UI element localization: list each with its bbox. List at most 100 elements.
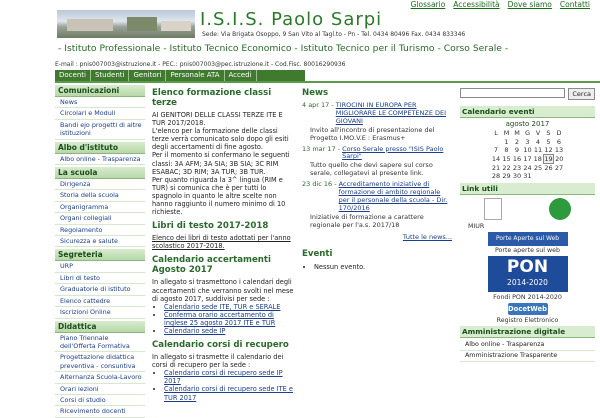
news-link[interactable]: Accreditamento iniziative di formazione … bbox=[339, 180, 452, 213]
news-item: 13 mar 17 - Corso Serale presso "ISIS Pa… bbox=[302, 145, 452, 162]
list-corsi-recupero: Calendario corsi di recupero sede IP 201… bbox=[152, 369, 295, 401]
accessibilita-link[interactable]: Accessibilità bbox=[453, 0, 499, 9]
pon-logo[interactable]: PON 2014-2020 bbox=[487, 256, 568, 293]
calendar-day[interactable]: 3 bbox=[522, 137, 533, 146]
miur-emblem-icon[interactable] bbox=[483, 198, 502, 221]
contatti-link[interactable]: Contatti bbox=[560, 0, 590, 9]
heading-accertamenti: Calendario accertamenti Agosto 2017 bbox=[152, 255, 271, 276]
calendar-day[interactable]: 26 bbox=[543, 163, 554, 172]
menu-regolamento[interactable]: Regolamento bbox=[55, 225, 145, 237]
calendar-day[interactable]: 7 bbox=[491, 146, 502, 155]
calendar-day[interactable]: 19 bbox=[542, 153, 555, 164]
nav-accedi[interactable]: Accedi bbox=[225, 70, 257, 81]
list-accertamenti: Calendario sede ITE, TUR e SERALE Confer… bbox=[152, 303, 295, 335]
link-calendario-ite[interactable]: Calendario sede ITE, TUR e SERALE bbox=[164, 303, 280, 311]
search-input[interactable] bbox=[460, 88, 566, 98]
miur-caption: MIUR bbox=[468, 223, 485, 231]
menu-libri-testo[interactable]: Libri di testo bbox=[55, 273, 145, 285]
section-la-scuola: La scuola bbox=[55, 167, 145, 180]
menu-storia[interactable]: Storia della scuola bbox=[55, 190, 145, 202]
nav-docenti[interactable]: Docenti bbox=[55, 70, 91, 81]
calendar-day[interactable]: 8 bbox=[501, 146, 512, 155]
calendar-day[interactable]: 12 bbox=[543, 146, 554, 155]
calendar-day[interactable]: 6 bbox=[554, 137, 565, 146]
menu-graduatorie[interactable]: Graduatorie di istituto bbox=[55, 284, 145, 296]
menu-circolari[interactable]: Circolari e Moduli bbox=[55, 108, 145, 120]
heading-libri-testo: Libri di testo 2017-2018 bbox=[152, 221, 269, 232]
calendar-day bbox=[491, 137, 502, 145]
menu-bandi[interactable]: Bandi ejo progetti di altre istituzioni bbox=[55, 120, 145, 140]
calendar-day[interactable]: 18 bbox=[533, 154, 544, 163]
menu-cattedre[interactable]: Elenco cattedre bbox=[55, 296, 145, 308]
list-item: Calendario corsi di recupero sede IP 201… bbox=[164, 369, 295, 385]
calendar-day[interactable]: 17 bbox=[522, 154, 533, 163]
calendar-day[interactable]: 22 bbox=[501, 163, 512, 172]
miur-logo-icon[interactable] bbox=[549, 198, 572, 221]
menu-ricevimento[interactable]: Ricevimento docenti bbox=[55, 406, 145, 418]
calendar-day bbox=[554, 172, 565, 180]
calendar-day[interactable]: 21 bbox=[491, 163, 502, 172]
all-news-link[interactable]: Tutte le news... bbox=[403, 233, 452, 241]
calendar-day[interactable]: 27 bbox=[554, 163, 565, 172]
menu-ptof[interactable]: Piano Triennale dell'Offerta Formativa bbox=[55, 333, 145, 353]
calendar-day[interactable]: 28 bbox=[491, 172, 502, 180]
calendar-day[interactable]: 29 bbox=[501, 172, 512, 180]
menu-orari[interactable]: Orari lezioni bbox=[55, 384, 145, 395]
menu-iscrizioni[interactable]: Iscrizioni Online bbox=[55, 307, 145, 319]
calendar-day[interactable]: 15 bbox=[501, 154, 512, 163]
calendar-day[interactable]: 20 bbox=[554, 154, 565, 163]
nav-studenti[interactable]: Studenti bbox=[91, 70, 130, 81]
news-item: 4 apr 17 - TIROCINI IN EUROPA PER MIGLIO… bbox=[302, 101, 452, 126]
menu-progettazione[interactable]: Progettazione didattica preventiva - con… bbox=[55, 352, 145, 373]
calendar-day[interactable]: 1 bbox=[501, 137, 512, 146]
news-link[interactable]: TIROCINI IN EUROPA PER MIGLIORARE LE COM… bbox=[336, 101, 452, 126]
calendar-day[interactable]: 14 bbox=[491, 154, 502, 163]
porte-aperte-caption: Porte aperte sul web bbox=[494, 247, 561, 255]
text-formazione-classi: AI GENITORI DELLE CLASSI TERZE ITE E TUR… bbox=[152, 111, 290, 217]
calendar-day[interactable]: 2 bbox=[512, 137, 523, 146]
weekday-label: L bbox=[494, 129, 498, 138]
nav-personale-ata[interactable]: Personale ATA bbox=[166, 70, 225, 81]
menu-albo-online[interactable]: Albo online - Trasparenza bbox=[55, 154, 145, 166]
link-conferma-inglese[interactable]: Conferma orario accertamento di inglese … bbox=[164, 311, 275, 327]
porte-aperte-button[interactable]: Porte Aperte sul Web bbox=[487, 232, 568, 247]
right-sidebar: Cerca Calendario eventi agosto 2017 LMMG… bbox=[460, 88, 595, 363]
link-recupero-ip[interactable]: Calendario corsi di recupero sede IP 201… bbox=[164, 369, 283, 385]
docetweb-button[interactable]: DocetWeb bbox=[507, 303, 548, 316]
calendar-day[interactable]: 4 bbox=[533, 137, 544, 146]
link-recupero-ite[interactable]: Calendario corsi di recupero sede ITE e … bbox=[164, 385, 293, 401]
menu-news[interactable]: News bbox=[55, 97, 145, 109]
menu-corsi[interactable]: Corsi di studio bbox=[55, 395, 145, 407]
admin-trasparente-link[interactable]: Amministrazione Trasparente bbox=[460, 351, 595, 363]
glossario-link[interactable]: Glossario bbox=[411, 0, 446, 9]
calendar-day[interactable]: 5 bbox=[543, 137, 554, 146]
events-list: Nessun evento. bbox=[302, 263, 452, 271]
link-libri-testo[interactable]: Elenco dei libri di testo adottati per l… bbox=[152, 234, 295, 250]
site-title: I.S.I.S. Paolo Sarpi bbox=[200, 9, 383, 30]
menu-alternanza[interactable]: Alternanza Scuola-Lavoro bbox=[55, 372, 145, 384]
calendar-day[interactable]: 11 bbox=[533, 146, 544, 155]
calendar-day[interactable]: 16 bbox=[512, 154, 523, 163]
news-link[interactable]: Corso Serale presso "ISIS Paolo Sarpi" bbox=[342, 145, 452, 162]
calendar-day[interactable]: 30 bbox=[512, 172, 523, 180]
school-contacts: E-mail : pnis007003@istruzione.it - PEC.… bbox=[55, 61, 346, 68]
menu-sicurezza[interactable]: Sicurezza e salute bbox=[55, 236, 145, 248]
admin-albo-link[interactable]: Albo online - Trasparenza bbox=[460, 340, 595, 352]
calendar-day[interactable]: 13 bbox=[554, 146, 565, 155]
calendar-day[interactable]: 9 bbox=[512, 146, 523, 155]
menu-urp[interactable]: URP bbox=[55, 261, 145, 273]
dove-siamo-link[interactable]: Dove siamo bbox=[508, 0, 552, 9]
events-section: Eventi Nessun evento. bbox=[302, 249, 452, 271]
calendar-day[interactable]: 25 bbox=[533, 163, 544, 172]
calendar-day[interactable]: 31 bbox=[522, 172, 533, 180]
menu-dirigenza[interactable]: Dirigenza bbox=[55, 179, 145, 191]
link-calendario-ip[interactable]: Calendario sede IP bbox=[164, 327, 225, 335]
menu-organigramma[interactable]: Organigramma bbox=[55, 202, 145, 214]
nav-genitori[interactable]: Genitori bbox=[129, 70, 167, 81]
calendar-day[interactable]: 10 bbox=[522, 146, 533, 155]
calendar-month[interactable]: agosto 2017 bbox=[460, 120, 595, 128]
calendar-day[interactable]: 24 bbox=[522, 163, 533, 172]
menu-organi-collegiali[interactable]: Organi collegiali bbox=[55, 213, 145, 225]
calendar-day[interactable]: 23 bbox=[512, 163, 523, 172]
search-button[interactable]: Cerca bbox=[568, 88, 595, 100]
